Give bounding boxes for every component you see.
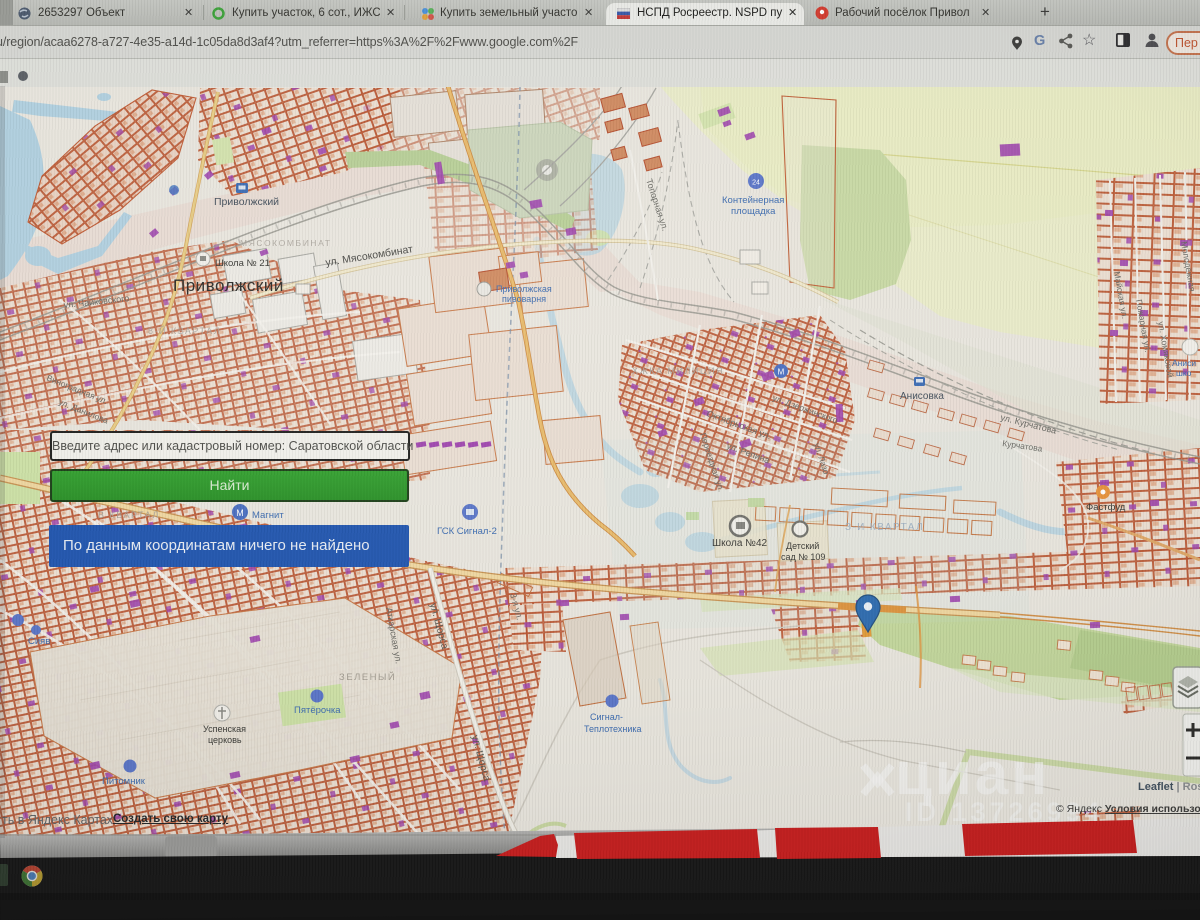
svg-text:Приволжский: Приволжский: [173, 276, 284, 295]
svg-text:Аниси: Аниси: [1172, 358, 1196, 368]
svg-text:ГСК Сигнал-2: ГСК Сигнал-2: [437, 526, 497, 537]
svg-text:42: 42: [756, 538, 768, 549]
svg-text:Питомник: Питомник: [102, 776, 146, 787]
svg-text:М: М: [778, 368, 785, 377]
svg-text:церковь: церковь: [208, 735, 242, 745]
svg-text:24: 24: [752, 180, 760, 187]
svg-text:Детский: Детский: [786, 541, 819, 551]
svg-text:Школа №: Школа №: [712, 538, 756, 549]
svg-text:Школа № 21: Школа № 21: [215, 258, 270, 269]
svg-text:площадка: площадка: [731, 206, 776, 217]
svg-text:шко: шко: [1176, 368, 1192, 378]
svg-text:Пятёрочка: Пятёрочка: [294, 705, 341, 716]
svg-text:М: М: [236, 508, 244, 518]
svg-text:Успенская: Успенская: [203, 724, 246, 734]
svg-text:Теплотехника: Теплотехника: [584, 724, 642, 734]
svg-text:ХЖКА МИЛИЦИЯ: ХЖКА МИЛИЦИЯ: [632, 366, 724, 376]
svg-text:Сияв: Сияв: [28, 636, 50, 647]
svg-text:Фастфуд: Фастфуд: [1086, 502, 1126, 513]
svg-text:З-И КВАРТАЛ: З-И КВАРТАЛ: [845, 522, 924, 533]
svg-text:8-Й КВАРТАЛ: 8-Й КВАРТАЛ: [148, 325, 221, 336]
svg-text:МЯСОКОМБИНАТ: МЯСОКОМБИНАТ: [240, 238, 332, 248]
svg-text:Приволжский: Приволжский: [214, 196, 279, 208]
svg-text:сад № 109: сад № 109: [781, 552, 825, 562]
svg-text:Контейнерная: Контейнерная: [722, 195, 784, 206]
svg-text:Магнит: Магнит: [252, 510, 284, 521]
svg-text:Приволжская: Приволжская: [496, 284, 552, 294]
svg-text:пивоварня: пивоварня: [502, 294, 546, 304]
svg-text:В КВАРТАЛ: В КВАРТАЛ: [98, 510, 160, 520]
svg-text:Сигнал-: Сигнал-: [590, 712, 623, 722]
svg-text:ЗЕЛЕНЫЙ: ЗЕЛЕНЫЙ: [339, 671, 396, 683]
svg-text:Анисовка: Анисовка: [900, 391, 944, 402]
